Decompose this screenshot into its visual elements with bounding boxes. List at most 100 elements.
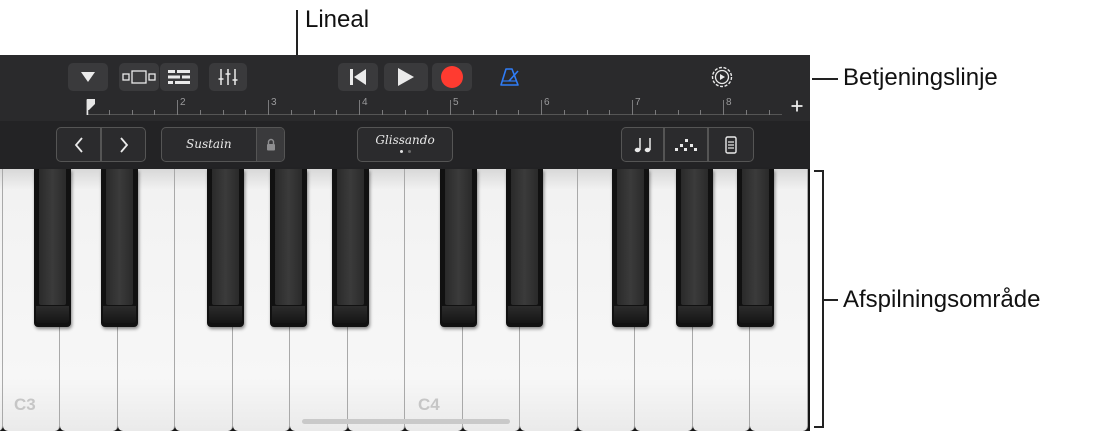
octave-down-button[interactable] [56, 127, 101, 162]
ruler-bar-tick [632, 100, 633, 115]
ruler-beat-tick [222, 110, 224, 115]
browser-button[interactable] [68, 63, 108, 91]
ruler-bar-tick [268, 100, 269, 115]
settings-button[interactable] [705, 63, 739, 91]
chevron-left-icon [74, 136, 83, 153]
sustain-lock-button[interactable] [256, 128, 284, 161]
page-dot-active [399, 149, 403, 153]
add-section-button[interactable] [788, 97, 806, 115]
tracks-view-icon [168, 70, 190, 84]
play-icon [398, 68, 414, 86]
black-key-lip [739, 306, 772, 323]
sustain-label: Sustain [186, 137, 232, 151]
metronome-icon [500, 68, 519, 86]
ruler[interactable]: 2 3 4 5 6 7 8 [86, 96, 782, 119]
gear-icon [711, 66, 733, 88]
ruler-beat-tick [586, 110, 588, 115]
page-dot [407, 149, 411, 153]
arpeggiator-icon [675, 138, 697, 151]
ruler-beat-tick [609, 110, 611, 115]
black-key-face [39, 169, 66, 305]
ruler-beat-tick [677, 110, 679, 115]
go-to-beginning-icon [350, 69, 366, 85]
ruler-beat-tick [472, 110, 474, 115]
ruler-beat-tick [131, 110, 133, 115]
ruler-bar-number: 6 [544, 97, 550, 108]
record-button[interactable] [432, 63, 472, 91]
black-key-lip [678, 306, 711, 323]
ruler-beat-tick [199, 110, 201, 115]
ruler-bar-number: 2 [180, 97, 186, 108]
ruler-bar-tick [723, 100, 724, 115]
black-key-lip [508, 306, 541, 323]
black-key-face [617, 169, 644, 305]
garageband-keyboard-screen: 2345678 Sustain Glissando C3 C4 [0, 55, 810, 431]
keyboard-layout-button[interactable] [708, 127, 754, 162]
black-key[interactable] [34, 169, 71, 327]
black-key-lip [442, 306, 475, 323]
ruler-bar-tick [450, 100, 451, 115]
black-key[interactable] [676, 169, 713, 327]
play-button[interactable] [384, 63, 428, 91]
ruler-beat-tick [404, 110, 406, 115]
ruler-beat-tick [154, 110, 156, 115]
ruler-bar-number: 4 [362, 97, 368, 108]
plus-icon [791, 100, 803, 112]
black-key[interactable] [270, 169, 307, 327]
black-key-face [275, 169, 302, 305]
ruler-beat-tick [745, 110, 747, 115]
notes-icon [634, 137, 651, 152]
playhead-marker[interactable] [86, 98, 96, 116]
black-key-face [742, 169, 769, 305]
ruler-bar-tick [541, 100, 542, 115]
go-to-beginning-button[interactable] [338, 63, 378, 91]
keyboard-layout-icon [725, 135, 737, 154]
glissando-button[interactable]: Glissando [357, 127, 453, 162]
black-key-lip [209, 306, 242, 323]
playing-area-callout-label: Afspilningsområde [843, 286, 1041, 313]
glissando-label: Glissando [375, 132, 435, 147]
black-key-lip [272, 306, 305, 323]
black-key[interactable] [506, 169, 543, 327]
black-key-lip [103, 306, 136, 323]
black-key[interactable] [207, 169, 244, 327]
notes-button[interactable] [621, 127, 664, 162]
black-key[interactable] [612, 169, 649, 327]
ruler-beat-tick [313, 110, 315, 115]
ruler-bar-tick [177, 100, 178, 115]
home-indicator [302, 419, 510, 424]
view-button[interactable] [119, 63, 159, 91]
key-label-c4: C4 [418, 395, 440, 414]
ruler-beat-tick [654, 110, 656, 115]
control-bar-callout-label: Betjeningslinje [843, 64, 998, 91]
tracks-view-button[interactable] [160, 63, 198, 91]
metronome-button[interactable] [495, 63, 525, 91]
control-bar-callout-line [812, 78, 838, 80]
key-label-c3: C3 [14, 395, 36, 414]
ruler-beat-tick [108, 110, 110, 115]
black-key[interactable] [101, 169, 138, 327]
octave-up-button[interactable] [101, 127, 146, 162]
ruler-beat-tick [290, 110, 292, 115]
ruler-bar-number: 5 [453, 97, 459, 108]
ruler-bar-tick [359, 100, 360, 115]
ruler-beat-tick [336, 110, 338, 115]
mixer-button[interactable] [209, 63, 247, 91]
ruler-beat-tick [427, 110, 429, 115]
ruler-bar-number: 7 [635, 97, 641, 108]
ruler-bar-number: 8 [726, 97, 732, 108]
black-key-face [337, 169, 364, 305]
black-key-face [445, 169, 472, 305]
triangle-down-icon [81, 72, 95, 82]
sustain-button[interactable]: Sustain [161, 127, 285, 162]
black-key[interactable] [737, 169, 774, 327]
black-key-lip [614, 306, 647, 323]
chevron-right-icon [119, 136, 128, 153]
ruler-beat-tick [495, 110, 497, 115]
black-key[interactable] [440, 169, 477, 327]
playing-area-callout-line [824, 299, 838, 301]
view-toggle-icon [122, 70, 156, 84]
arpeggiator-button[interactable] [664, 127, 708, 162]
black-key[interactable] [332, 169, 369, 327]
black-key-face [106, 169, 133, 305]
